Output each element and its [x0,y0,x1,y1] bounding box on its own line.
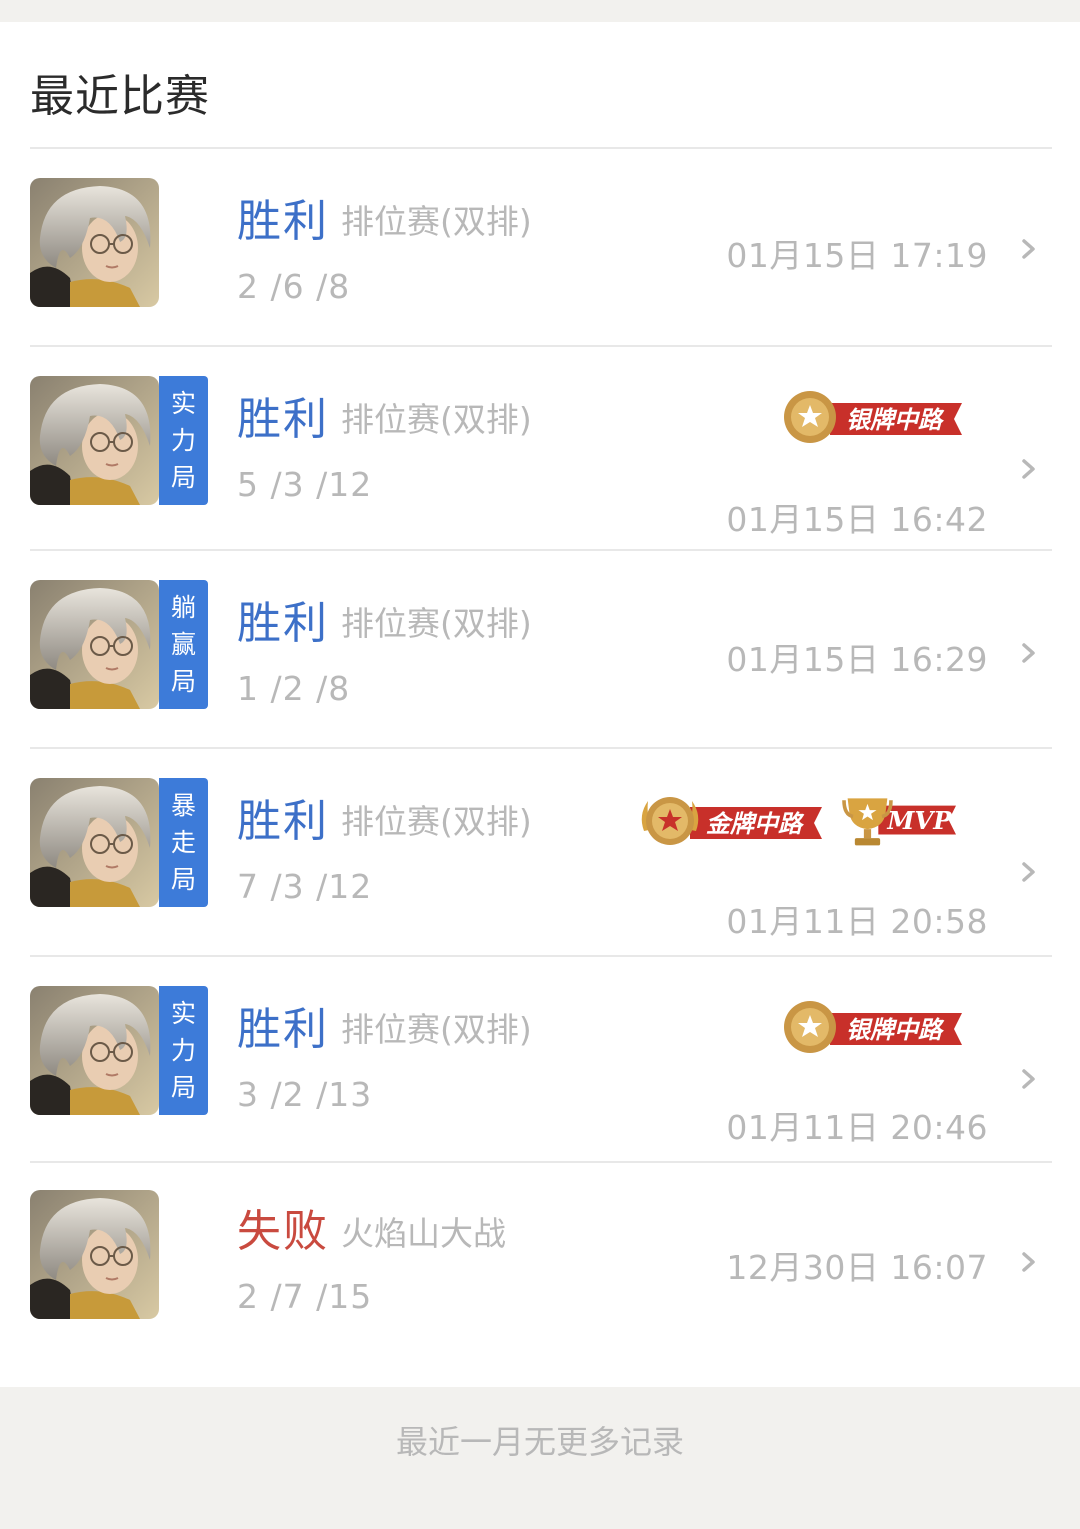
badge-label: 金牌中路 [706,809,805,838]
match-mode: 排位赛(双排) [341,400,532,439]
match-result: 胜利 [237,796,329,847]
match-time: 01月11日 20:46 [726,1108,988,1147]
match-result: 胜利 [237,394,329,445]
match-row-1[interactable]: 胜利 排位赛(双排) 2 /6 /8 01月15日 17:19 [0,149,1080,345]
match-tag: 暴走局 [159,778,208,907]
hero-portrait-icon [30,178,159,307]
match-mode: 火焰山大战 [341,1214,506,1253]
hero-portrait-icon [30,986,159,1115]
match-result: 胜利 [237,598,329,649]
match-tag: 实力局 [159,376,208,505]
match-kda: 2 /6 /8 [237,267,351,306]
chevron-right-icon [1022,239,1035,259]
footer-text: 最近一月无更多记录 [395,1423,684,1461]
match-mode: 排位赛(双排) [341,604,532,643]
match-kda: 5 /3 /12 [237,465,373,504]
chevron-right-icon [1022,459,1035,479]
match-tag: 实力局 [159,986,208,1115]
match-kda: 3 /2 /13 [237,1075,373,1114]
badge-label: MVP [886,806,952,835]
match-kda: 2 /7 /15 [237,1277,373,1316]
hero-portrait-icon [30,376,159,505]
match-time: 01月15日 16:42 [726,500,988,539]
match-result: 胜利 [237,1004,329,1055]
match-mode: 排位赛(双排) [341,1010,532,1049]
match-time: 01月15日 17:19 [726,236,988,275]
top-strip [0,0,1080,22]
recent-matches-card: 最近比赛 胜利 排位赛(双排) 2 /6 /8 01月15日 17:19 实力局… [0,22,1080,1387]
chevron-right-icon [1022,1069,1035,1089]
chevron-right-icon [1022,862,1035,882]
match-kda: 1 /2 /8 [237,669,351,708]
match-result: 胜利 [237,196,329,247]
match-time: 01月11日 20:58 [726,902,988,941]
silver-mid-badge: 银牌中路 [784,1001,962,1053]
badge-label: 银牌中路 [846,1015,945,1044]
match-row-4[interactable]: 暴走局 胜利 排位赛(双排) 7 /3 /12 金牌中路 MVP 01月11日 … [0,749,1080,955]
match-time: 12月30日 16:07 [726,1248,988,1287]
match-mode: 排位赛(双排) [341,802,532,841]
mvp-badge: MVP [842,798,956,846]
match-row-6[interactable]: 失败 火焰山大战 2 /7 /15 12月30日 16:07 [0,1163,1080,1363]
match-row-2[interactable]: 实力局 胜利 排位赛(双排) 5 /3 /12 银牌中路 01月15日 16:4… [0,347,1080,549]
hero-portrait-icon [30,778,159,907]
footer: 最近一月无更多记录 [0,1387,1080,1529]
gold-mid-badge: 金牌中路 [641,797,822,845]
match-time: 01月15日 16:29 [726,640,988,679]
match-mode: 排位赛(双排) [341,202,532,241]
match-kda: 7 /3 /12 [237,867,373,906]
match-result: 失败 [237,1206,329,1257]
match-row-5[interactable]: 实力局 胜利 排位赛(双排) 3 /2 /13 银牌中路 01月11日 20:4… [0,957,1080,1161]
match-row-3[interactable]: 躺赢局 胜利 排位赛(双排) 1 /2 /8 01月15日 16:29 [0,551,1080,747]
chevron-right-icon [1022,643,1035,663]
match-tag: 躺赢局 [159,580,208,709]
silver-mid-badge: 银牌中路 [784,391,962,443]
section-title: 最近比赛 [30,71,210,122]
badge-label: 银牌中路 [846,405,945,434]
chevron-right-icon [1022,1252,1035,1272]
hero-portrait-icon [30,580,159,709]
hero-portrait-icon [30,1190,159,1319]
